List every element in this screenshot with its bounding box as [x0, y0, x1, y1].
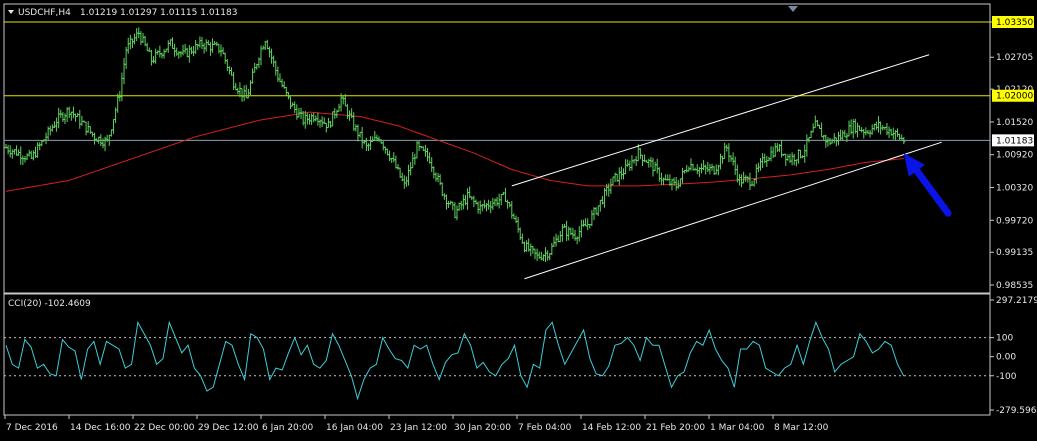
chart-window: USDCHF,H4 1.01219 1.01297 1.01115 1.0118…	[0, 0, 1037, 441]
cci-tick-label: 297.2179	[996, 296, 1037, 306]
cci-tick-label: -100	[996, 372, 1017, 382]
time-tick-label: 1 Mar 04:00	[710, 423, 765, 433]
price-tick-label: 0.99135	[996, 248, 1033, 258]
symbol-info: USDCHF,H4	[18, 8, 71, 18]
price-axis: 1.033501.027051.021201.015201.009201.003…	[990, 16, 1034, 291]
level-tag-label: 1.03350	[996, 18, 1033, 28]
time-tick-label: 7 Dec 2016	[6, 423, 58, 433]
time-tick-label: 22 Dec 00:00	[134, 423, 195, 433]
ohlc-values: 1.01219 1.01297 1.01115 1.01183	[80, 8, 237, 18]
price-tick-label: 1.00920	[996, 151, 1033, 161]
time-tick-label: 8 Mar 12:00	[774, 423, 829, 433]
cci-tick-label: 0.00	[996, 353, 1016, 363]
cci-label: CCI(20) -102.4609	[8, 299, 91, 309]
cci-tick-label: -279.5963	[996, 406, 1037, 416]
time-tick-label: 6 Jan 20:00	[262, 423, 314, 433]
level-tag-label: 1.02000	[996, 92, 1033, 102]
price-tick-label: 1.00320	[996, 184, 1033, 194]
cci-tick-label: 100	[996, 334, 1013, 344]
time-tick-label: 14 Dec 16:00	[70, 423, 131, 433]
current-price-label: 1.01183	[996, 136, 1033, 146]
time-tick-label: 16 Jan 04:00	[326, 423, 383, 433]
price-tick-label: 0.98535	[996, 281, 1033, 291]
time-tick-label: 7 Feb 04:00	[518, 423, 572, 433]
price-tick-label: 1.01520	[996, 118, 1033, 128]
time-tick-label: 30 Jan 20:00	[454, 423, 511, 433]
price-tick-label: 1.02705	[996, 53, 1033, 63]
time-tick-label: 14 Feb 12:00	[582, 423, 641, 433]
time-tick-label: 23 Jan 12:00	[390, 423, 447, 433]
price-tick-label: 0.99720	[996, 216, 1033, 226]
time-tick-label: 29 Dec 12:00	[198, 423, 259, 433]
time-tick-label: 21 Feb 20:00	[646, 423, 705, 433]
